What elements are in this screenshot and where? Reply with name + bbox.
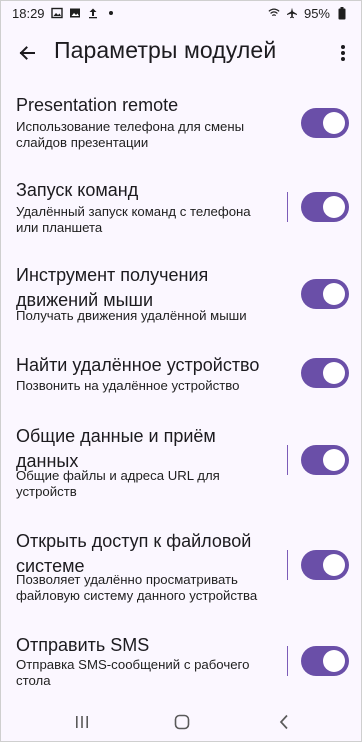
status-left: 18:29 (12, 6, 117, 21)
toggle-knob (323, 283, 345, 305)
nav-back-button[interactable] (269, 709, 299, 735)
toggle-knob (323, 449, 345, 471)
arrow-back-icon (19, 46, 35, 60)
setting-summary: Позвонить на удалённое устройство (16, 378, 240, 393)
setting-summary: Получать движения удалённой мыши (16, 308, 247, 323)
setting-summary: Общие файлы и адреса URL для устройств (16, 468, 220, 499)
vertical-divider (287, 192, 288, 222)
vertical-divider (287, 646, 288, 676)
more-vert-icon (341, 45, 345, 61)
toggle-knob (323, 650, 345, 672)
setting-summary: Отправка SMS-сообщений с рабочего стола (16, 657, 250, 688)
battery-percentage: 95% (303, 5, 330, 21)
back-button[interactable] (13, 39, 41, 67)
toggle-knob (323, 362, 345, 384)
upload-icon (87, 7, 99, 19)
gallery-icon (50, 7, 63, 19)
toggle-switch[interactable] (301, 550, 349, 580)
toggle-switch[interactable] (301, 279, 349, 309)
app-bar: Параметры модулей (1, 25, 361, 81)
setting-title: Найти удалённое устройство (16, 355, 260, 375)
setting-summary: Использование телефона для смены слайдов… (16, 119, 245, 150)
setting-title: Запуск команд (16, 180, 139, 200)
airplane-icon (286, 7, 298, 19)
toggle-switch[interactable] (301, 445, 349, 475)
page-title: Параметры модулей (54, 37, 277, 63)
setting-summary: Позволяет удалённо просматривать файлову… (16, 572, 258, 603)
setting-title: Инструмент получения движений мыши (16, 265, 209, 310)
toggle-knob (323, 554, 345, 576)
setting-title: Общие данные и приём данных (16, 426, 216, 471)
recents-button[interactable] (67, 709, 97, 735)
status-right: 95% (268, 6, 348, 21)
toggle-switch[interactable] (301, 646, 349, 676)
wifi-icon (268, 7, 280, 19)
vertical-divider (287, 550, 288, 580)
screen: 18:29 95% Параметры модулей Presentation… (0, 0, 362, 742)
setting-title: Отправить SMS (16, 635, 150, 655)
toggle-switch[interactable] (301, 108, 349, 138)
dot-icon (105, 7, 117, 19)
system-navigation-bar (1, 701, 361, 741)
nav-back-icon (279, 714, 288, 730)
recents-icon (76, 716, 88, 728)
battery-icon (336, 6, 348, 19)
home-button[interactable] (167, 709, 197, 735)
image-icon (69, 7, 81, 19)
toggle-switch[interactable] (301, 192, 349, 222)
toggle-switch[interactable] (301, 358, 349, 388)
toggle-knob (323, 196, 345, 218)
more-options-button[interactable] (333, 39, 353, 67)
toggle-knob (323, 112, 345, 134)
home-icon (174, 714, 190, 730)
status-time: 18:29 (12, 5, 45, 21)
setting-summary: Удалённый запуск команд с телефона или п… (16, 204, 251, 235)
status-bar: 18:29 95% (1, 1, 361, 25)
vertical-divider (287, 445, 288, 475)
setting-title: Presentation remote (16, 95, 179, 115)
